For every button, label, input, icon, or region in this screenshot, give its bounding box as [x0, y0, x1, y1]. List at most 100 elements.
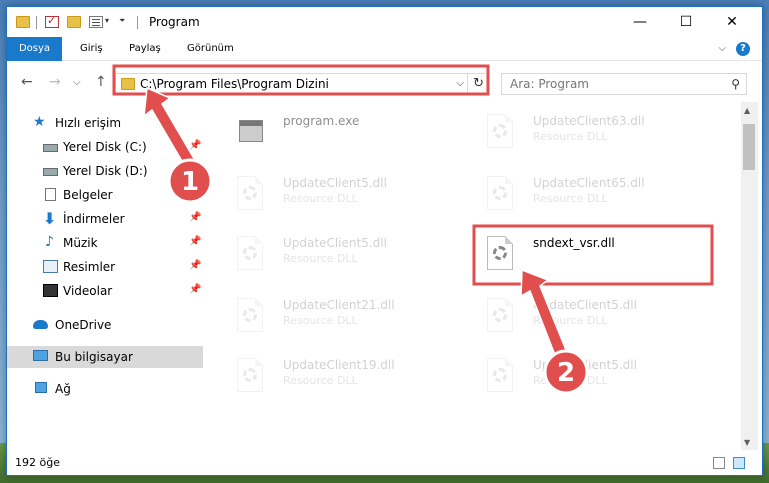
file-item[interactable]: UpdateClient19.dll Resource DLL — [221, 350, 461, 406]
chevron-down-icon[interactable]: ⌵ — [456, 78, 464, 89]
file-name: UpdateClient21.dll — [283, 298, 395, 312]
refresh-button[interactable]: ↻ — [473, 76, 484, 91]
music-icon: ♪ — [45, 234, 54, 250]
file-item[interactable]: UpdateClient5.dll Resource DLL — [471, 290, 711, 346]
sidebar-item-onedrive[interactable]: OneDrive — [7, 314, 203, 336]
pin-icon: 📌 — [189, 236, 202, 247]
tab-dosya[interactable]: Dosya — [7, 37, 62, 61]
view-options-icon[interactable] — [89, 16, 103, 28]
pin-icon: 📌 — [189, 140, 202, 151]
sidebar-item-label: Hızlı erişim — [55, 116, 122, 130]
sidebar-item-label: Bu bilgisayar — [55, 350, 133, 364]
file-item-program-exe[interactable]: program.exe — [221, 106, 461, 162]
maximize-button[interactable]: ☐ — [663, 7, 709, 37]
item-count: 192 öğe — [15, 456, 60, 469]
executable-icon — [235, 114, 265, 150]
file-type: Resource DLL — [533, 192, 608, 205]
dll-file-icon — [235, 298, 265, 334]
disk-icon — [43, 168, 58, 176]
ribbon-tabs: Dosya Giriş Paylaş Görünüm ⌵ ? — [7, 37, 762, 61]
file-type: Resource DLL — [283, 374, 358, 387]
sidebar-item-disk-c[interactable]: Yerel Disk (C:) 📌 — [7, 136, 203, 158]
sidebar-item-label: Ağ — [55, 382, 71, 396]
search-placeholder: Ara: Program — [510, 77, 589, 91]
dll-file-icon — [485, 176, 515, 212]
sidebar-item-label: Belgeler — [63, 188, 113, 202]
dll-file-icon — [235, 176, 265, 212]
file-item[interactable]: UpdateClient21.dll Resource DLL — [221, 290, 461, 346]
dll-file-icon — [485, 114, 515, 150]
sidebar-item-videos[interactable]: Videolar 📌 — [7, 280, 203, 302]
file-item-sndext-vsr-dll[interactable]: sndext_vsr.dll — [471, 228, 711, 284]
sidebar-item-label: Yerel Disk (C:) — [63, 140, 147, 154]
scroll-down-icon[interactable]: ▼ — [744, 438, 750, 447]
navigation-bar: ← → ⌵ ↑ C:\Program Files\Program Dizini … — [7, 62, 762, 102]
vertical-scrollbar[interactable]: ▲ ▼ — [741, 102, 758, 450]
dll-file-icon — [235, 358, 265, 394]
forward-button[interactable]: → — [49, 74, 61, 90]
file-name: sndext_vsr.dll — [533, 236, 615, 250]
window-title: Program — [149, 15, 200, 29]
pin-icon: 📌 — [189, 212, 202, 223]
scroll-thumb[interactable] — [743, 124, 755, 170]
scroll-up-icon[interactable]: ▲ — [744, 106, 750, 115]
sidebar-item-music[interactable]: ♪ Müzik 📌 — [7, 232, 203, 254]
file-name: UpdateClient63.dll — [533, 114, 645, 128]
file-item[interactable]: UpdateClient5.dll Resource DLL — [471, 350, 711, 406]
sidebar-item-disk-d[interactable]: Yerel Disk (D:) — [7, 160, 203, 182]
minimize-button[interactable]: — — [617, 7, 663, 37]
address-bar[interactable]: C:\Program Files\Program Dizini ⌵ ↻ — [115, 73, 489, 95]
cloud-icon — [33, 320, 48, 329]
tiles-view-icon[interactable] — [733, 457, 745, 469]
help-icon[interactable]: ? — [736, 42, 750, 56]
download-icon: ⬇ — [43, 209, 57, 228]
sidebar-item-this-pc[interactable]: Bu bilgisayar — [7, 346, 203, 368]
sidebar-item-pictures[interactable]: Resimler 📌 — [7, 256, 203, 278]
new-folder-icon[interactable] — [67, 16, 81, 28]
file-type: Resource DLL — [283, 314, 358, 327]
folder-icon — [16, 16, 30, 28]
sidebar-item-documents[interactable]: Belgeler — [7, 184, 203, 206]
file-type: Resource DLL — [533, 130, 608, 143]
sidebar-item-quick-access[interactable]: ★ Hızlı erişim — [7, 112, 203, 134]
search-icon[interactable]: ⚲ — [731, 77, 740, 91]
file-item[interactable]: UpdateClient63.dll Resource DLL — [471, 106, 711, 162]
up-button[interactable]: ↑ — [95, 74, 107, 90]
pictures-icon — [43, 260, 58, 273]
file-name: UpdateClient5.dll — [283, 236, 387, 250]
search-input[interactable]: Ara: Program ⚲ — [501, 73, 747, 95]
sidebar-item-downloads[interactable]: ⬇ İndirmeler 📌 — [7, 208, 203, 230]
sidebar-item-network[interactable]: Ağ — [7, 378, 203, 400]
status-bar: 192 öğe — [7, 450, 762, 475]
tab-paylas[interactable]: Paylaş — [129, 37, 161, 61]
recent-locations-button[interactable]: ⌵ — [73, 77, 81, 88]
file-item[interactable]: UpdateClient65.dll Resource DLL — [471, 168, 711, 224]
address-separator — [467, 74, 468, 94]
customize-toolbar-icon[interactable]: ⏷ — [119, 16, 125, 26]
pin-icon: 📌 — [189, 284, 202, 295]
back-button[interactable]: ← — [21, 74, 33, 90]
close-button[interactable]: ✕ — [709, 7, 755, 37]
address-path[interactable]: C:\Program Files\Program Dizini — [140, 77, 329, 91]
sidebar-item-label: OneDrive — [55, 318, 112, 332]
tab-gorunum[interactable]: Görünüm — [187, 37, 234, 61]
file-item[interactable]: UpdateClient5.dll Resource DLL — [221, 168, 461, 224]
file-type: Resource DLL — [533, 314, 608, 327]
sidebar-item-label: Müzik — [63, 236, 98, 250]
network-icon — [35, 382, 47, 393]
video-icon — [43, 284, 58, 297]
file-name: UpdateClient5.dll — [533, 358, 637, 372]
file-type: Resource DLL — [283, 252, 358, 265]
chevron-down-icon[interactable]: ▾ — [105, 16, 109, 25]
expand-ribbon-icon[interactable]: ⌵ — [718, 43, 726, 54]
computer-icon — [33, 350, 48, 361]
file-name: UpdateClient19.dll — [283, 358, 395, 372]
sidebar-item-label: Resimler — [63, 260, 116, 274]
properties-check-icon[interactable] — [45, 14, 59, 28]
dll-file-icon — [235, 236, 265, 272]
file-name: UpdateClient5.dll — [283, 176, 387, 190]
tab-giris[interactable]: Giriş — [80, 37, 103, 61]
file-item[interactable]: UpdateClient5.dll Resource DLL — [221, 228, 461, 284]
navigation-pane: ★ Hızlı erişim Yerel Disk (C:) 📌 Yerel D… — [7, 102, 205, 442]
details-view-icon[interactable] — [713, 457, 725, 469]
